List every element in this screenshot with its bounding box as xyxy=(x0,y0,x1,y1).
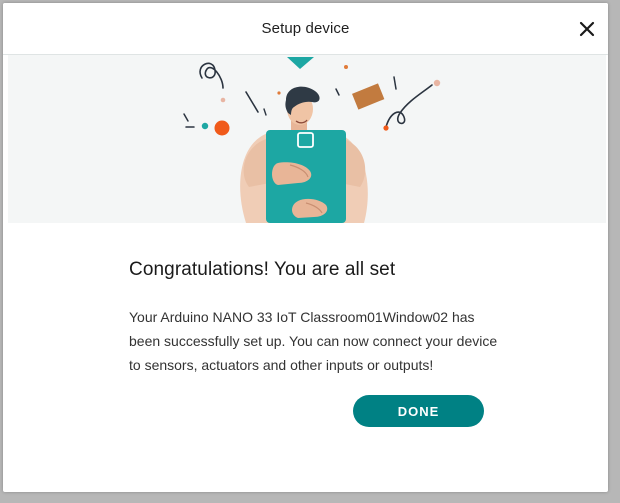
success-heading: Congratulations! You are all set xyxy=(129,259,396,280)
setup-device-dialog: Setup device Congratulations! You are al… xyxy=(3,3,608,492)
success-message: Your Arduino NANO 33 IoT Classroom01Wind… xyxy=(129,309,498,373)
done-button[interactable]: DONE xyxy=(353,395,484,427)
close-icon xyxy=(579,21,595,37)
success-content: Congratulations! You are all set Your Ar… xyxy=(129,259,499,373)
dialog-title: Setup device xyxy=(261,20,350,37)
person-holding-board-illustration xyxy=(183,57,441,223)
dialog-header: Setup device xyxy=(3,3,608,55)
close-button[interactable] xyxy=(575,17,599,41)
hero-banner xyxy=(8,55,606,223)
